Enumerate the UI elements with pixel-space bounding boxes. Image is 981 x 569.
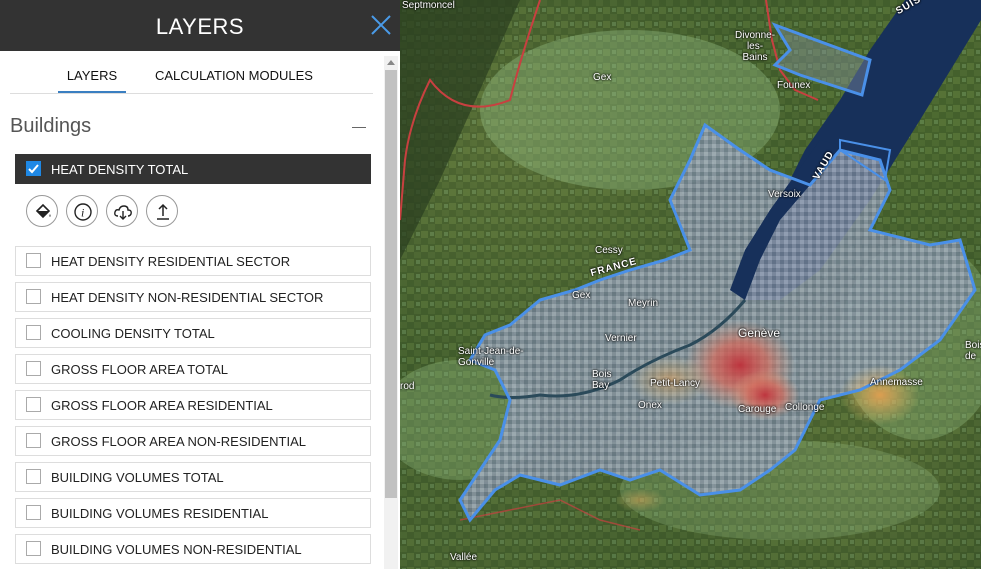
layer-checkbox[interactable] bbox=[26, 361, 41, 376]
layer-label: BUILDING VOLUMES NON-RESIDENTIAL bbox=[51, 542, 302, 557]
panel-tabs: LAYERS CALCULATION MODULES bbox=[10, 51, 373, 94]
download-button[interactable] bbox=[106, 195, 138, 227]
layer-label: COOLING DENSITY TOTAL bbox=[51, 326, 215, 341]
panel-header: LAYERS bbox=[0, 0, 400, 51]
panel-scrollbar[interactable] bbox=[384, 56, 398, 569]
layer-label: BUILDING VOLUMES TOTAL bbox=[51, 470, 224, 485]
layer-checkbox[interactable] bbox=[26, 325, 41, 340]
layer-item-heat-density-residential[interactable]: HEAT DENSITY RESIDENTIAL SECTOR bbox=[15, 246, 371, 276]
map-label-bois-right: Bois de bbox=[965, 340, 981, 362]
svg-text:i: i bbox=[81, 206, 84, 220]
map-label-cex: Gex bbox=[572, 290, 591, 301]
layer-checkbox[interactable] bbox=[26, 541, 41, 556]
map-canvas bbox=[400, 0, 981, 569]
layer-label: HEAT DENSITY TOTAL bbox=[51, 162, 189, 177]
map-label-septmoncel: Septmoncel bbox=[402, 0, 455, 11]
layer-item-heat-density-non-residential[interactable]: HEAT DENSITY NON-RESIDENTIAL SECTOR bbox=[15, 282, 371, 312]
layer-label: GROSS FLOOR AREA TOTAL bbox=[51, 362, 228, 377]
upload-icon bbox=[157, 203, 169, 220]
info-button[interactable]: i bbox=[66, 195, 98, 227]
map-label-annemasse: Annemasse bbox=[870, 377, 923, 388]
map-label-collonge: Collonge bbox=[785, 402, 825, 413]
map-label-bois-bay: Bois Bay bbox=[592, 369, 612, 391]
panel-title: LAYERS bbox=[155, 14, 245, 39]
map-label-rod: rod bbox=[400, 381, 415, 392]
map-label-vernier: Vernier bbox=[605, 333, 637, 344]
layer-item-gross-floor-area-residential[interactable]: GROSS FLOOR AREA RESIDENTIAL bbox=[15, 390, 371, 420]
map-label-onex: Onex bbox=[638, 400, 662, 411]
layer-checkbox[interactable] bbox=[26, 397, 41, 412]
scroll-thumb[interactable] bbox=[385, 70, 397, 498]
map-label-founex: Founex bbox=[777, 80, 811, 91]
style-button[interactable] bbox=[26, 195, 58, 227]
layer-label: GROSS FLOOR AREA RESIDENTIAL bbox=[51, 398, 273, 413]
paint-bucket-icon bbox=[35, 203, 51, 219]
layer-checkbox[interactable] bbox=[26, 433, 41, 448]
map-label-saint-jean: Saint-Jean-de- Gonville bbox=[458, 346, 524, 368]
tab-layers[interactable]: LAYERS bbox=[58, 51, 126, 93]
layer-checkbox[interactable] bbox=[26, 289, 41, 304]
scroll-up-arrow-icon[interactable] bbox=[387, 60, 395, 65]
layer-label: HEAT DENSITY NON-RESIDENTIAL SECTOR bbox=[51, 290, 324, 305]
section-title-buildings: Buildings bbox=[10, 115, 92, 137]
tab-calculation-modules[interactable]: CALCULATION MODULES bbox=[155, 51, 313, 93]
layer-checkbox[interactable] bbox=[26, 161, 41, 176]
layer-checkbox[interactable] bbox=[26, 469, 41, 484]
info-icon: i bbox=[74, 203, 92, 221]
map-label-versoix: Versoix bbox=[768, 189, 801, 200]
cloud-download-icon bbox=[114, 205, 132, 220]
close-icon bbox=[371, 15, 391, 35]
layer-label: BUILDING VOLUMES RESIDENTIAL bbox=[51, 506, 269, 521]
layers-panel: LAYERS LAYERS CALCULATION MODULES Buildi… bbox=[0, 0, 400, 569]
collapse-section-button[interactable] bbox=[352, 127, 366, 128]
layer-item-building-volumes-non-residential[interactable]: BUILDING VOLUMES NON-RESIDENTIAL bbox=[15, 534, 371, 564]
map-label-gex: Gex bbox=[593, 72, 612, 83]
map-label-cessy: Cessy bbox=[595, 245, 623, 256]
map-view[interactable]: Septmoncel SUIS Divonne- les- Bains Foun… bbox=[400, 0, 981, 569]
layer-checkbox[interactable] bbox=[26, 253, 41, 268]
map-label-meyrin: Meyrin bbox=[628, 298, 659, 309]
layer-item-cooling-density-total[interactable]: COOLING DENSITY TOTAL bbox=[15, 318, 371, 348]
layer-item-heat-density-total[interactable]: HEAT DENSITY TOTAL bbox=[15, 154, 371, 184]
check-icon bbox=[28, 164, 39, 174]
layer-item-gross-floor-area-total[interactable]: GROSS FLOOR AREA TOTAL bbox=[15, 354, 371, 384]
map-label-geneve: Genève bbox=[738, 326, 781, 340]
layer-label: HEAT DENSITY RESIDENTIAL SECTOR bbox=[51, 254, 291, 269]
upload-button[interactable] bbox=[146, 195, 178, 227]
layer-item-building-volumes-total[interactable]: BUILDING VOLUMES TOTAL bbox=[15, 462, 371, 492]
layer-checkbox[interactable] bbox=[26, 505, 41, 520]
map-label-divonne: Divonne- les- Bains bbox=[735, 30, 776, 63]
map-label-carouge: Carouge bbox=[738, 404, 777, 415]
close-button[interactable] bbox=[370, 14, 392, 36]
map-label-petit-lancy: Petit-Lancy bbox=[650, 378, 701, 389]
layer-item-gross-floor-area-non-residential[interactable]: GROSS FLOOR AREA NON-RESIDENTIAL bbox=[15, 426, 371, 456]
map-label-vallee: Vallée bbox=[450, 552, 478, 563]
layer-label: GROSS FLOOR AREA NON-RESIDENTIAL bbox=[51, 434, 306, 449]
layer-item-building-volumes-residential[interactable]: BUILDING VOLUMES RESIDENTIAL bbox=[15, 498, 371, 528]
